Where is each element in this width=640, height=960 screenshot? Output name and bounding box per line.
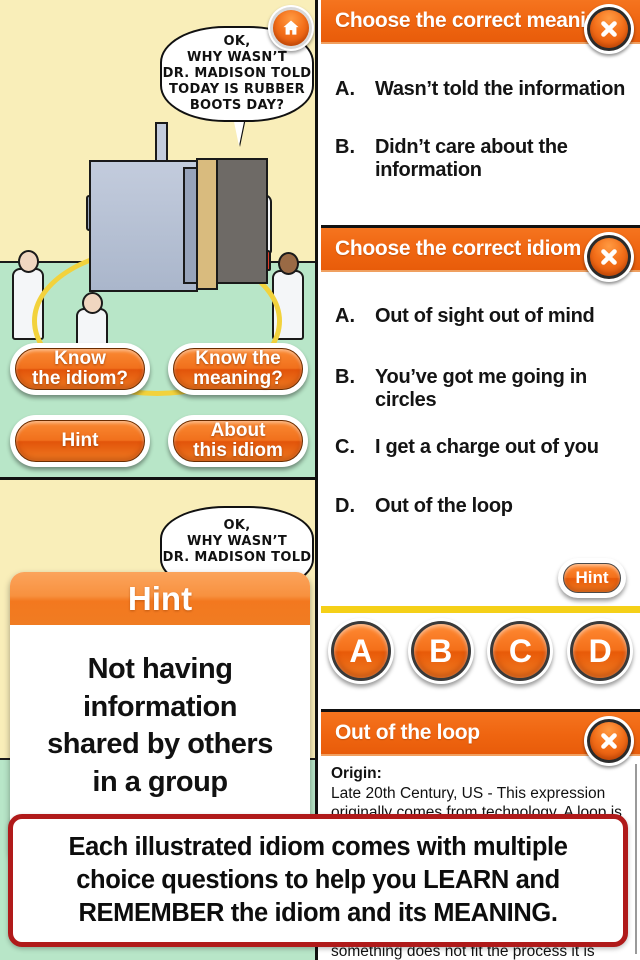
answer-button-c[interactable]: C [487, 618, 554, 684]
doorway [212, 158, 268, 284]
about-idiom-header: Out of the loop [321, 712, 640, 766]
option-letter: C. [335, 435, 355, 458]
hint-card-title: Hint [10, 572, 310, 625]
button-line: Know [54, 347, 106, 369]
speech-bubble-bottom-text: OK, WHY WASN’T DR. MADISON TOLD [163, 518, 312, 580]
scrollbar[interactable] [635, 764, 637, 954]
speech-line: WHY WASN’T [186, 534, 288, 550]
answer-buttons-row: A B C D [321, 618, 640, 684]
origin-line: Late 20th Century, US - This expression [331, 784, 606, 802]
callout-line: Each illustrated idiom comes with multip… [68, 832, 568, 861]
callout-line: choice questions to help you LEARN and [76, 865, 560, 894]
option-text: I get a charge out of you [375, 435, 599, 458]
cartoon-panel-top: OK, WHY WASN’T DR. MADISON TOLD TODAY IS… [0, 0, 318, 480]
choose-meaning-panel: Choose the correct meaning A. Wasn’t tol… [321, 0, 640, 222]
answer-button-c-label: C [493, 624, 548, 678]
know-the-meaning-button[interactable]: Know the meaning? [168, 343, 308, 395]
option-text: Didn’t care about the information [375, 135, 568, 182]
hint-line: shared by others [47, 728, 273, 761]
callout-line: REMEMBER the idiom and its MEANING. [78, 899, 558, 928]
option-letter: B. [335, 365, 355, 388]
choose-meaning-title: Choose the correct meaning [335, 9, 611, 32]
button-line: this idiom [193, 440, 283, 461]
meaning-option-b[interactable]: B. Didn’t care about the information [321, 136, 640, 183]
home-button[interactable] [268, 5, 314, 51]
yellow-divider [321, 606, 640, 613]
option-letter: D. [335, 495, 355, 518]
answer-button-b[interactable]: B [407, 618, 474, 684]
open-door [196, 158, 218, 290]
hint-button[interactable]: Hint [10, 415, 150, 467]
button-line: Hint [61, 430, 99, 451]
close-icon [590, 10, 628, 48]
speech-line: DR. MADISON TOLD [162, 549, 312, 565]
hint-line: information [83, 690, 238, 723]
callout-text: Each illustrated idiom comes with multip… [63, 831, 574, 930]
high-voltage-tester-machine [89, 160, 198, 292]
about-idiom-title: Out of the loop [335, 721, 480, 744]
button-line: Know the [195, 347, 281, 369]
close-meaning-button[interactable] [584, 4, 634, 54]
speech-line: WHY WASN’T [186, 50, 288, 66]
home-icon [273, 10, 309, 46]
about-this-idiom-button[interactable]: About this idiom [168, 415, 308, 467]
hint-pill-label: Hint [563, 563, 621, 593]
know-the-idiom-button[interactable]: Know the idiom? [10, 343, 150, 395]
choose-idiom-title: Choose the correct idiom [335, 237, 582, 260]
choose-idiom-panel: Choose the correct idiom A. Out of sight… [321, 225, 640, 709]
hint-card-body: Not having information shared by others … [10, 625, 310, 802]
button-line: the idiom? [31, 368, 129, 389]
close-idiom-button[interactable] [584, 232, 634, 282]
hint-pill-button[interactable]: Hint [558, 558, 626, 598]
close-about-button[interactable] [584, 716, 634, 766]
option-text: Out of sight out of mind [375, 305, 595, 327]
option-letter: A. [335, 305, 355, 327]
option-letter: B. [335, 135, 355, 158]
choose-idiom-header: Choose the correct idiom [321, 228, 640, 282]
speech-line: OK, [223, 518, 251, 534]
option-text: Wasn’t told the information [375, 78, 626, 100]
speech-line: TODAY IS RUBBER [169, 81, 305, 97]
answer-button-a[interactable]: A [327, 618, 394, 684]
idiom-option-c[interactable]: C. I get a charge out of you [321, 436, 640, 460]
answer-button-b-label: B [413, 624, 468, 678]
hint-line: Not having [87, 653, 233, 685]
speech-line: DR. MADISON TOLD [162, 66, 312, 82]
idiom-option-d[interactable]: D. Out of the loop [321, 495, 640, 519]
button-line: About [210, 419, 266, 441]
option-text: Out of the loop [375, 495, 513, 518]
option-text: You’ve got me going in circles [375, 365, 587, 412]
technician-head-left [18, 250, 39, 273]
close-icon [590, 238, 628, 276]
origin-label: Origin: [331, 765, 382, 782]
answer-button-a-label: A [333, 624, 388, 678]
answer-button-d[interactable]: D [567, 618, 634, 684]
idiom-option-b[interactable]: B. You’ve got me going in circles [321, 366, 640, 413]
meaning-option-a[interactable]: A. Wasn’t told the information [321, 78, 640, 102]
button-line: meaning? [193, 368, 283, 389]
callout-box: Each illustrated idiom comes with multip… [8, 814, 628, 947]
close-icon [590, 722, 628, 760]
choose-meaning-header: Choose the correct meaning [321, 0, 640, 54]
hint-line: in a group [92, 766, 228, 799]
technician-head-right [278, 252, 299, 275]
option-letter: A. [335, 78, 355, 100]
speech-line: BOOTS DAY? [189, 97, 285, 113]
idiom-option-a[interactable]: A. Out of sight out of mind [321, 305, 640, 329]
answer-button-d-label: D [573, 624, 628, 678]
